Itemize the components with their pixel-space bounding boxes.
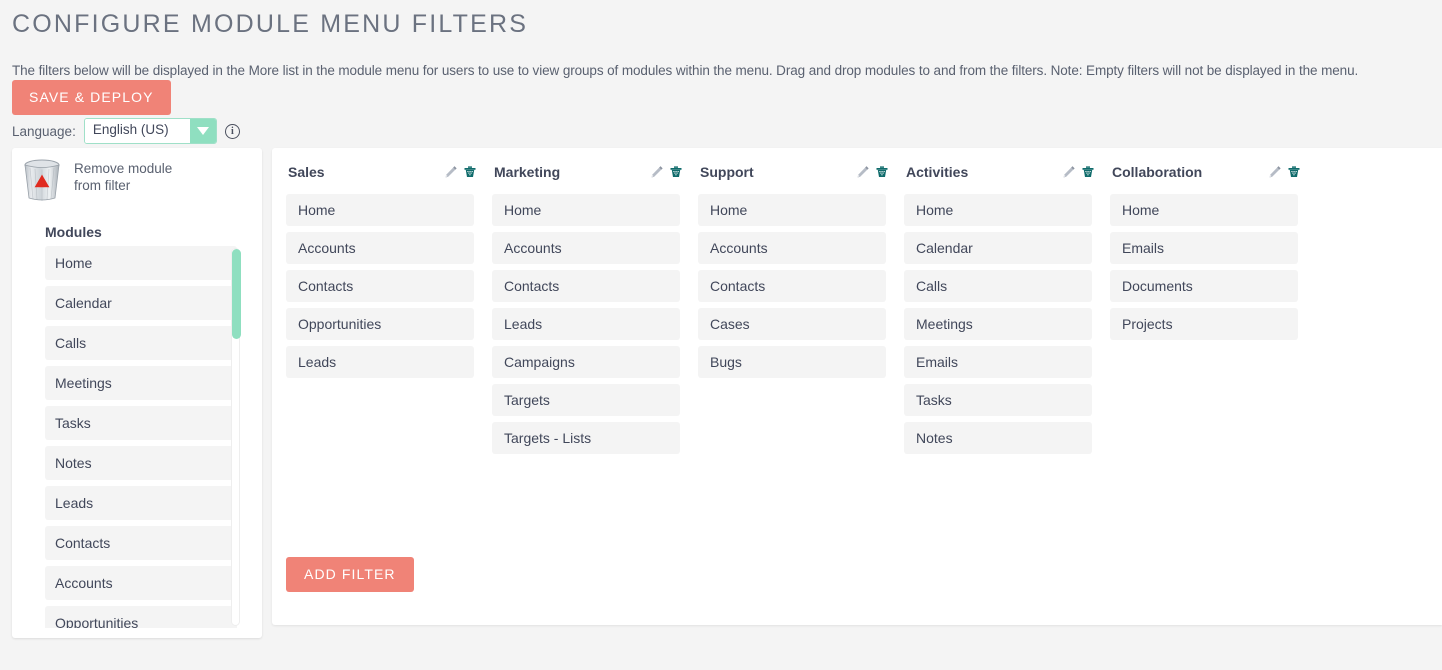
filter-columns: Sales Home Accounts Contacts Opportunities Le… (272, 148, 1442, 460)
filter-column-header: Marketing (492, 160, 698, 184)
module-list-item[interactable]: Calendar (45, 286, 237, 320)
remove-module-dropzone[interactable]: Remove module from filter (12, 148, 262, 202)
module-list-item[interactable]: Home (45, 246, 237, 280)
trash-icon[interactable] (1080, 164, 1096, 180)
info-circle-icon[interactable]: i (225, 124, 240, 139)
filter-column-items: Home Emails Documents Projects (1110, 194, 1316, 340)
language-label: Language: (12, 124, 76, 139)
filter-module-item[interactable]: Leads (286, 346, 474, 378)
filter-module-item[interactable]: Calendar (904, 232, 1092, 264)
filter-column-items: Home Accounts Contacts Opportunities Leads (286, 194, 492, 378)
modules-sidebar-panel: Remove module from filter Modules Home Ca… (12, 148, 262, 638)
filter-module-item[interactable]: Contacts (492, 270, 680, 302)
filter-column: Activities Home Calendar Calls Meetings Email… (904, 160, 1110, 460)
module-list-item[interactable]: Leads (45, 486, 237, 520)
filter-module-item[interactable]: Tasks (904, 384, 1092, 416)
pencil-icon[interactable] (1266, 164, 1282, 180)
filter-module-item[interactable]: Bugs (698, 346, 886, 378)
module-list-item[interactable]: Calls (45, 326, 237, 360)
filter-column-header: Activities (904, 160, 1110, 184)
filter-module-item[interactable]: Calls (904, 270, 1092, 302)
modules-scrollbar-thumb[interactable] (232, 249, 241, 339)
module-list-item[interactable]: Accounts (45, 566, 237, 600)
chevron-down-icon[interactable] (190, 119, 216, 143)
filter-column: Sales Home Accounts Contacts Opportunities Le… (286, 160, 492, 460)
modules-heading: Modules (12, 202, 262, 246)
filter-module-item[interactable]: Accounts (286, 232, 474, 264)
trash-icon[interactable] (462, 164, 478, 180)
filter-module-item[interactable]: Cases (698, 308, 886, 340)
recycle-bin-icon (20, 156, 64, 202)
language-select[interactable]: English (US) (84, 118, 217, 144)
filter-module-item[interactable]: Meetings (904, 308, 1092, 340)
filter-module-item[interactable]: Emails (1110, 232, 1298, 264)
pencil-icon[interactable] (648, 164, 664, 180)
filter-module-item[interactable]: Contacts (698, 270, 886, 302)
filter-module-item[interactable]: Accounts (492, 232, 680, 264)
module-list-item[interactable]: Contacts (45, 526, 237, 560)
modules-scrollbar[interactable] (231, 248, 240, 626)
filter-module-item[interactable]: Home (492, 194, 680, 226)
filter-column-title: Sales (288, 164, 438, 180)
remove-module-label-line1: Remove module (74, 161, 172, 176)
module-list-item[interactable]: Tasks (45, 406, 237, 440)
filter-module-item[interactable]: Leads (492, 308, 680, 340)
language-row: Language: English (US) i (12, 118, 240, 144)
pencil-icon[interactable] (854, 164, 870, 180)
page-description: The filters below will be displayed in t… (0, 39, 1442, 78)
filter-module-item[interactable]: Projects (1110, 308, 1298, 340)
filter-column-header: Sales (286, 160, 492, 184)
modules-list: Home Calendar Calls Meetings Tasks Notes Leads… (45, 246, 252, 628)
filter-module-item[interactable]: Accounts (698, 232, 886, 264)
filter-module-item[interactable]: Targets - Lists (492, 422, 680, 454)
filter-column-title: Support (700, 164, 850, 180)
language-selected-value: English (US) (85, 119, 190, 143)
remove-module-label-line2: from filter (74, 178, 130, 193)
modules-scroll-area: Home Calendar Calls Meetings Tasks Notes Leads… (45, 246, 252, 628)
trash-icon[interactable] (668, 164, 684, 180)
save-and-deploy-button[interactable]: SAVE & DEPLOY (12, 80, 171, 115)
filter-module-item[interactable]: Home (1110, 194, 1298, 226)
module-list-item[interactable]: Meetings (45, 366, 237, 400)
filter-column-title: Activities (906, 164, 1056, 180)
filter-module-item[interactable]: Opportunities (286, 308, 474, 340)
filter-column-items: Home Calendar Calls Meetings Emails Tasks Note… (904, 194, 1110, 454)
filter-module-item[interactable]: Targets (492, 384, 680, 416)
filter-column-items: Home Accounts Contacts Cases Bugs (698, 194, 904, 378)
filter-module-item[interactable]: Contacts (286, 270, 474, 302)
filter-module-item[interactable]: Emails (904, 346, 1092, 378)
remove-module-label: Remove module from filter (74, 156, 172, 194)
trash-icon[interactable] (1286, 164, 1302, 180)
filter-module-item[interactable]: Campaigns (492, 346, 680, 378)
add-filter-button[interactable]: ADD FILTER (286, 557, 414, 592)
filter-module-item[interactable]: Notes (904, 422, 1092, 454)
filter-module-item[interactable]: Documents (1110, 270, 1298, 302)
pencil-icon[interactable] (1060, 164, 1076, 180)
filters-panel: Sales Home Accounts Contacts Opportunities Le… (272, 148, 1442, 625)
filter-column-header: Collaboration (1110, 160, 1316, 184)
filter-column-title: Collaboration (1112, 164, 1262, 180)
filter-column: Marketing Home Accounts Contacts Leads Campai… (492, 160, 698, 460)
filter-module-item[interactable]: Home (698, 194, 886, 226)
trash-icon[interactable] (874, 164, 890, 180)
page-title: CONFIGURE MODULE MENU FILTERS (0, 0, 1442, 39)
pencil-icon[interactable] (442, 164, 458, 180)
filter-module-item[interactable]: Home (286, 194, 474, 226)
filter-column: Collaboration Home Emails Documents Projects (1110, 160, 1316, 460)
module-list-item[interactable]: Notes (45, 446, 237, 480)
filter-column-items: Home Accounts Contacts Leads Campaigns Target… (492, 194, 698, 454)
module-list-item[interactable]: Opportunities (45, 606, 237, 628)
filter-column: Support Home Accounts Contacts Cases Bugs (698, 160, 904, 460)
filter-module-item[interactable]: Home (904, 194, 1092, 226)
filter-column-title: Marketing (494, 164, 644, 180)
filter-column-header: Support (698, 160, 904, 184)
